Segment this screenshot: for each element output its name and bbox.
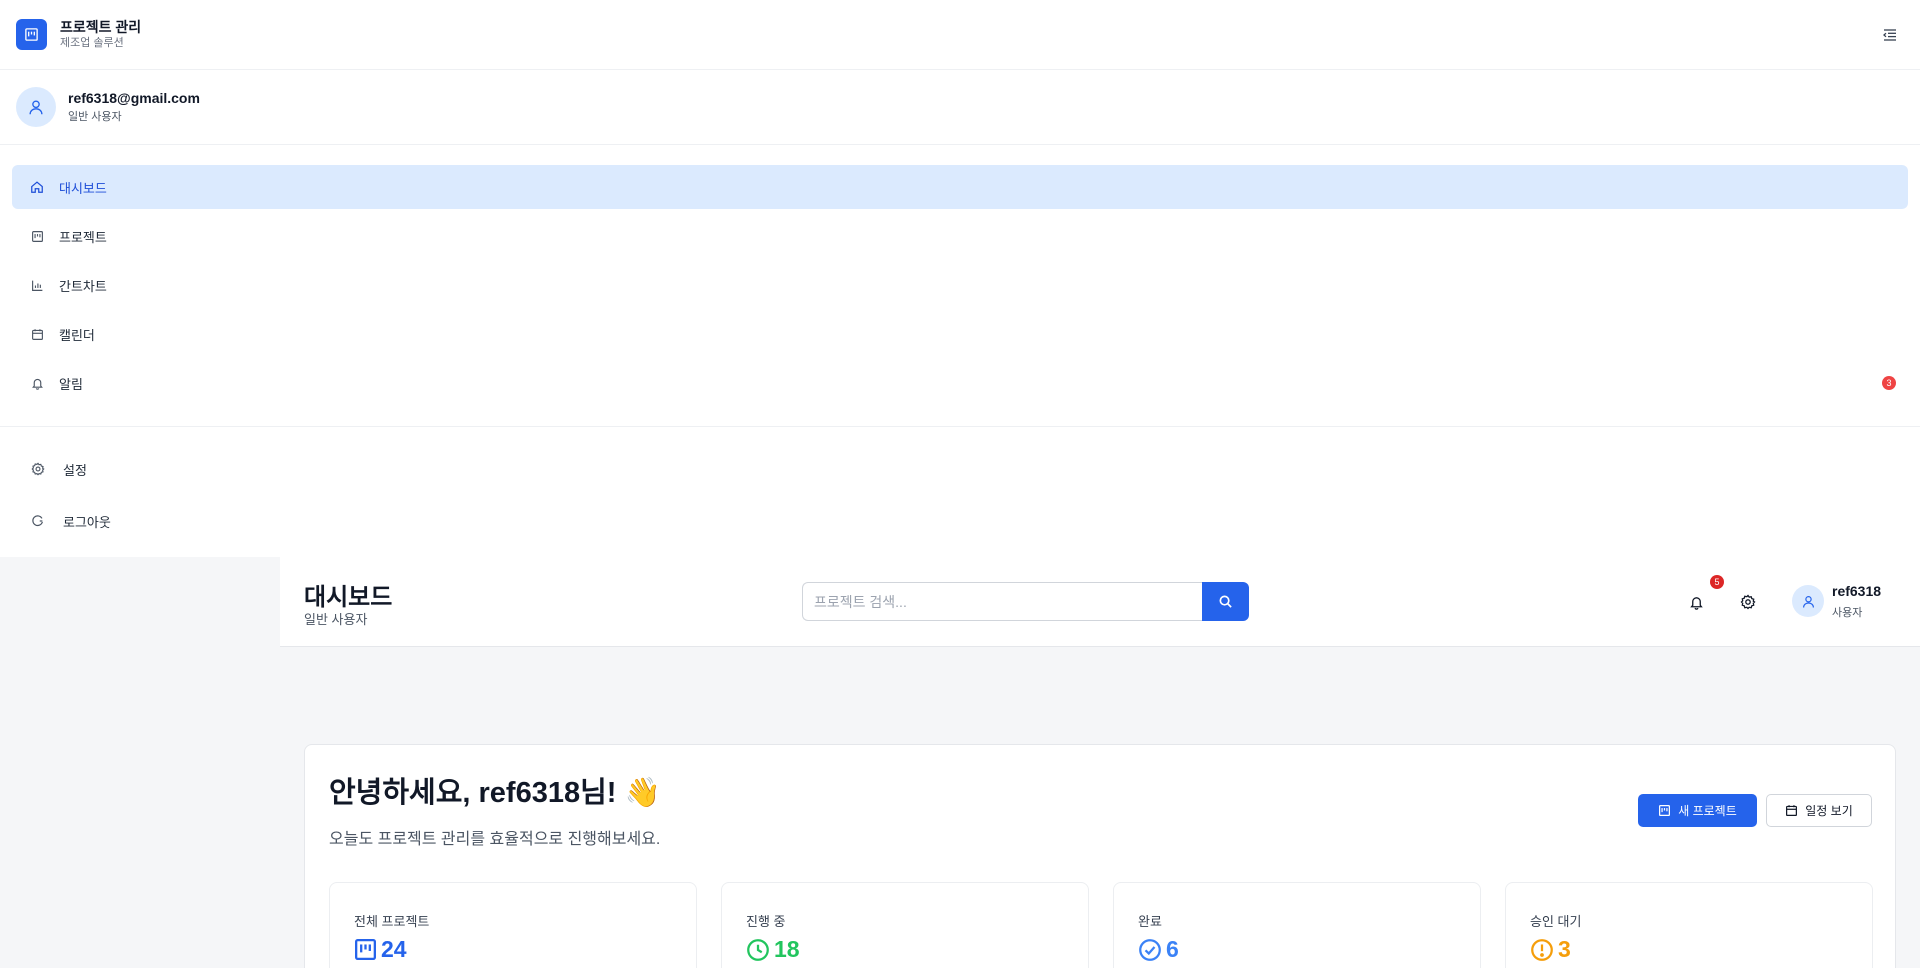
brand-logo-icon bbox=[16, 19, 47, 50]
sidebar-item-label: 설정 bbox=[63, 462, 87, 478]
top-header: 대시보드 일반 사용자 5 ref6318 사용자 bbox=[280, 557, 1920, 647]
search-icon bbox=[1219, 595, 1232, 608]
bell-icon bbox=[30, 376, 44, 390]
logout-icon bbox=[31, 514, 45, 528]
kanban-icon bbox=[30, 229, 44, 243]
nav-divider bbox=[0, 426, 1920, 427]
stat-label: 전체 프로젝트 bbox=[354, 914, 430, 929]
sidebar-item-label: 대시보드 bbox=[59, 180, 107, 196]
stat-value: 3 bbox=[1558, 936, 1571, 962]
stat-card-completed[interactable]: 완료 6 bbox=[1113, 882, 1481, 968]
stat-label: 완료 bbox=[1138, 914, 1162, 929]
search-button[interactable] bbox=[1202, 582, 1249, 621]
stat-value: 6 bbox=[1166, 936, 1179, 962]
user-email: ref6318@gmail.com bbox=[68, 90, 200, 106]
sidebar-item-label: 캘린더 bbox=[59, 327, 95, 343]
stat-label: 승인 대기 bbox=[1530, 914, 1582, 929]
calendar-icon bbox=[1786, 805, 1798, 816]
alert-circle-icon bbox=[1531, 938, 1553, 961]
sidebar-item-label: 로그아웃 bbox=[63, 514, 111, 530]
new-project-label: 새 프로젝트 bbox=[1678, 804, 1737, 818]
bar-chart-icon bbox=[30, 278, 44, 292]
stat-value: 24 bbox=[381, 936, 407, 962]
new-project-button[interactable]: 새 프로젝트 bbox=[1638, 794, 1757, 827]
sidebar-nav: 대시보드 프로젝트 간트차트 캘린더 알림 3 bbox=[0, 145, 1920, 405]
sidebar-bottom-nav: 설정 로그아웃 bbox=[0, 443, 1920, 547]
sidebar-item-logout[interactable]: 로그아웃 bbox=[0, 495, 1920, 547]
user-role: 일반 사용자 bbox=[68, 111, 122, 123]
header-user-name: ref6318 bbox=[1832, 583, 1882, 599]
stat-card-pending[interactable]: 승인 대기 3 bbox=[1505, 882, 1873, 968]
kanban-icon bbox=[1659, 805, 1671, 816]
sidebar-item-notifications[interactable]: 알림 3 bbox=[12, 361, 1908, 405]
welcome-subtitle: 오늘도 프로젝트 관리를 효율적으로 진행해보세요. bbox=[329, 831, 661, 848]
brand-title: 프로젝트 관리 bbox=[60, 19, 142, 35]
notifications-button[interactable] bbox=[1686, 592, 1706, 612]
bell-icon bbox=[1689, 596, 1703, 610]
stat-card-in-progress[interactable]: 진행 중 18 bbox=[721, 882, 1089, 968]
sidebar: 프로젝트 관리 제조업 솔루션 ref6318@gmail.com 일반 사용자… bbox=[0, 0, 1920, 557]
brand-header: 프로젝트 관리 제조업 솔루션 bbox=[0, 0, 1920, 70]
sidebar-item-projects[interactable]: 프로젝트 bbox=[12, 214, 1908, 258]
header-user-role: 사용자 bbox=[1832, 607, 1863, 619]
welcome-greeting: 안녕하세요, ref6318님! 👋 bbox=[329, 777, 661, 809]
gear-icon bbox=[31, 462, 45, 476]
sidebar-item-calendar[interactable]: 캘린더 bbox=[12, 312, 1908, 356]
home-icon bbox=[30, 180, 44, 194]
brand-subtitle: 제조업 솔루션 bbox=[60, 37, 124, 49]
stat-value: 18 bbox=[774, 936, 800, 962]
calendar-icon bbox=[30, 327, 44, 341]
page-subtitle: 일반 사용자 bbox=[304, 612, 368, 627]
sidebar-item-gantt[interactable]: 간트차트 bbox=[12, 263, 1908, 307]
sidebar-item-settings[interactable]: 설정 bbox=[0, 443, 1920, 495]
search-input[interactable] bbox=[802, 582, 1202, 621]
sidebar-item-dashboard[interactable]: 대시보드 bbox=[12, 165, 1908, 209]
user-icon bbox=[1802, 595, 1814, 608]
stat-card-total[interactable]: 전체 프로젝트 24 bbox=[329, 882, 697, 968]
stat-label: 진행 중 bbox=[746, 914, 786, 929]
search-bar bbox=[802, 582, 1249, 621]
notification-count-badge: 5 bbox=[1710, 575, 1724, 589]
avatar bbox=[16, 87, 56, 127]
view-schedule-button[interactable]: 일정 보기 bbox=[1766, 794, 1872, 827]
kanban-icon bbox=[355, 939, 376, 960]
check-circle-icon bbox=[1139, 938, 1161, 961]
view-schedule-label: 일정 보기 bbox=[1805, 804, 1853, 818]
notification-badge: 3 bbox=[1882, 376, 1896, 390]
sidebar-item-label: 프로젝트 bbox=[59, 229, 107, 245]
sidebar-user: ref6318@gmail.com 일반 사용자 bbox=[0, 70, 1920, 145]
clock-icon bbox=[747, 938, 769, 961]
sidebar-item-label: 알림 bbox=[59, 376, 83, 392]
gear-icon bbox=[1740, 594, 1756, 610]
settings-button[interactable] bbox=[1738, 592, 1758, 612]
welcome-card: 안녕하세요, ref6318님! 👋 오늘도 프로젝트 관리를 효율적으로 진행… bbox=[304, 744, 1896, 968]
user-avatar[interactable] bbox=[1792, 585, 1824, 617]
sidebar-item-label: 간트차트 bbox=[59, 278, 107, 294]
page-title: 대시보드 bbox=[304, 584, 393, 611]
collapse-sidebar-icon[interactable] bbox=[1880, 25, 1900, 45]
